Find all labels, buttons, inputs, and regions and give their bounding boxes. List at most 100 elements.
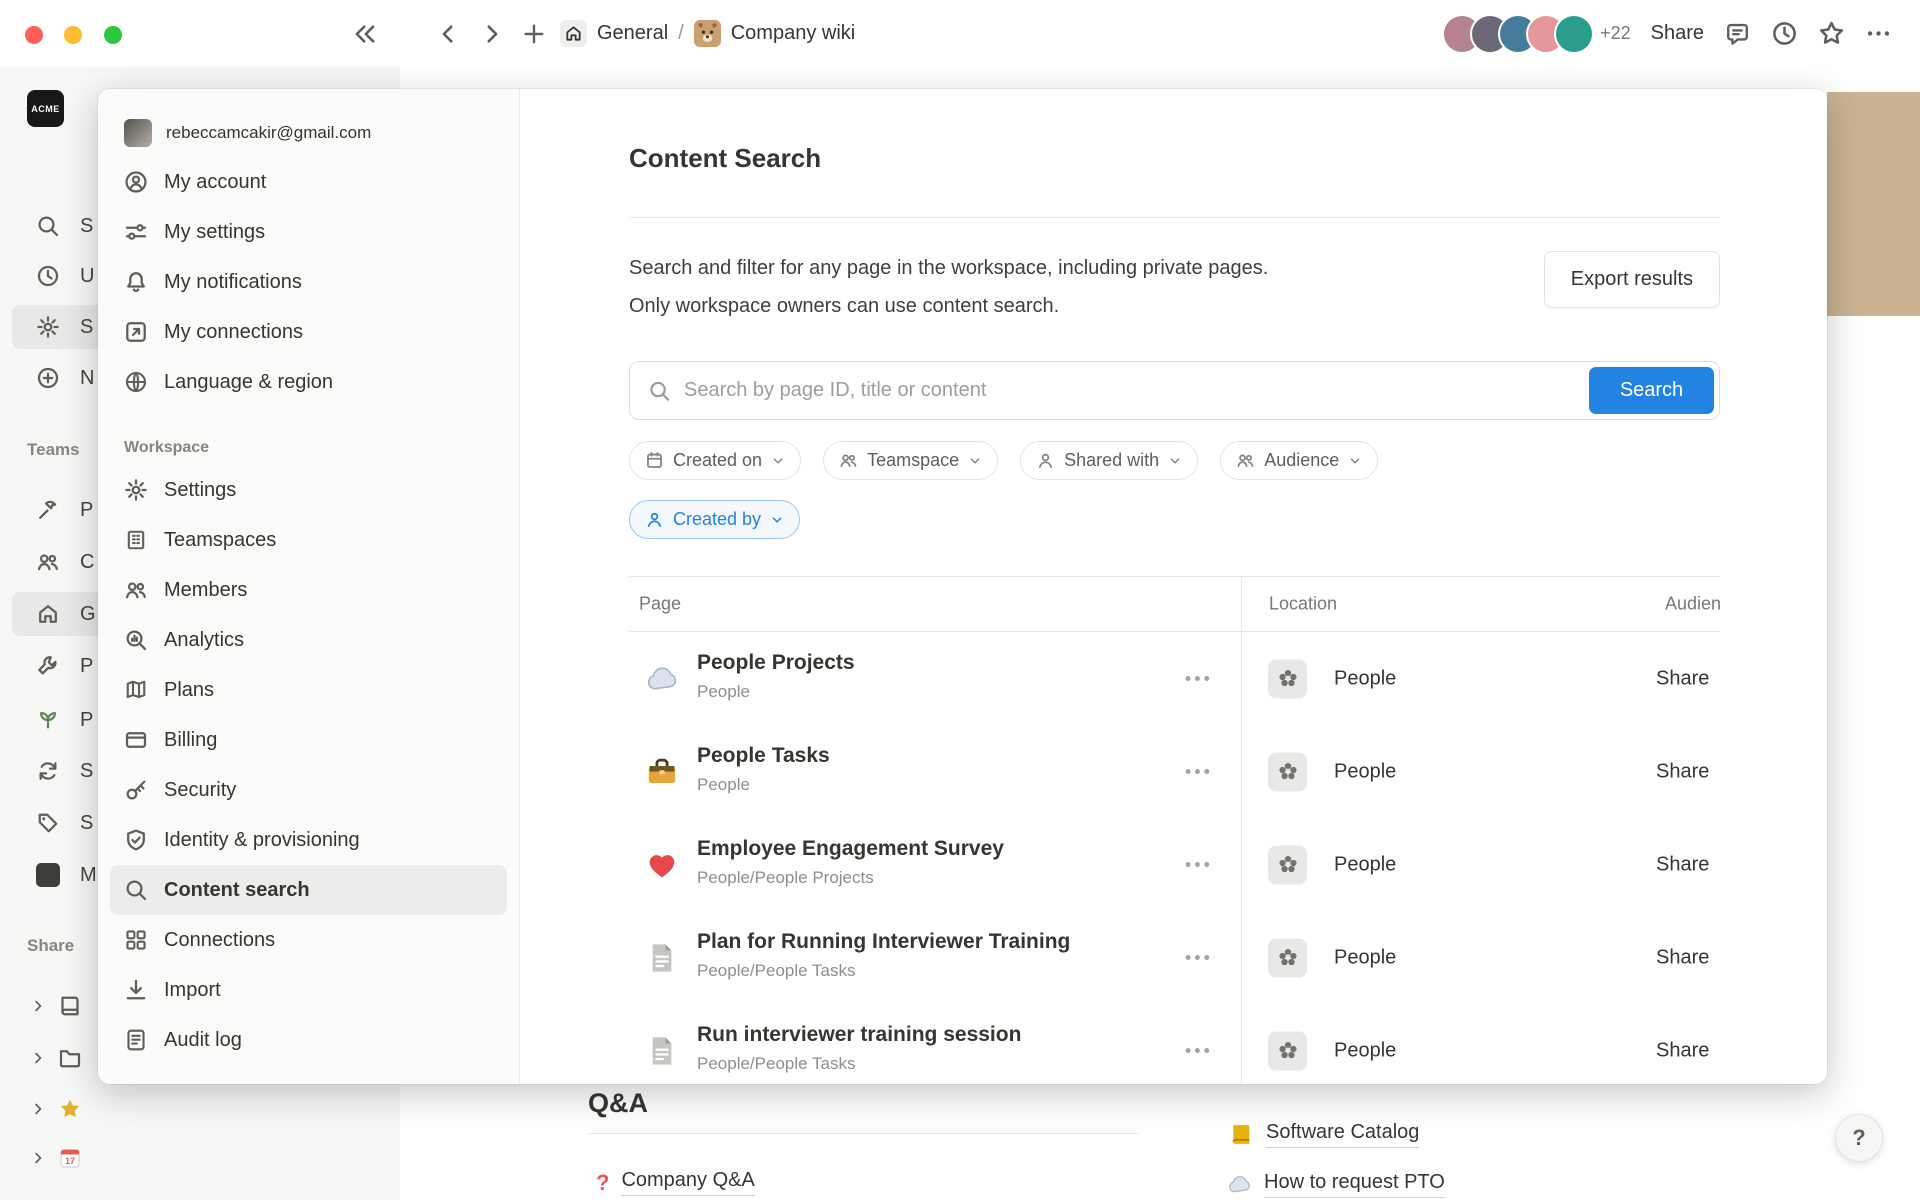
nav-item-audit-log[interactable]: Audit log (110, 1015, 507, 1065)
table-row[interactable]: Plan for Running Interviewer Training Pe… (629, 911, 1720, 1004)
breadcrumb-root[interactable]: General (597, 22, 668, 45)
nav-item-my-connections[interactable]: My connections (110, 307, 507, 357)
history-clock-icon[interactable] (1771, 20, 1798, 47)
request-pto-link[interactable]: How to request PTO (1227, 1171, 1445, 1198)
export-results-button[interactable]: Export results (1544, 251, 1720, 308)
nav-item-my-account[interactable]: My account (110, 157, 507, 207)
window-titlebar: General / Company wiki +22 Share (0, 0, 1920, 67)
more-options-icon[interactable] (1865, 20, 1892, 47)
teamspace-tile (1268, 845, 1307, 884)
person-icon (1036, 451, 1055, 470)
company-qa-label[interactable]: Company Q&A (621, 1169, 754, 1196)
nav-item-import[interactable]: Import (110, 965, 507, 1015)
home-icon (564, 24, 583, 43)
workspace-logo[interactable]: ACME (27, 90, 64, 127)
nav-item-members[interactable]: Members (110, 565, 507, 615)
row-actions-icon[interactable]: ••• (1185, 761, 1213, 782)
table-row[interactable]: Employee Engagement Survey People/People… (629, 818, 1720, 911)
page-title-cell[interactable]: People Tasks (697, 744, 830, 768)
filter-audience[interactable]: Audience (1220, 441, 1378, 480)
search-icon (36, 214, 60, 238)
software-catalog-label[interactable]: Software Catalog (1266, 1121, 1419, 1148)
nav-item-my-settings[interactable]: My settings (110, 207, 507, 257)
teamspace-label: M (80, 864, 97, 887)
close-button[interactable] (25, 26, 43, 44)
chevron-right-icon[interactable] (30, 1050, 46, 1066)
page-title-cell[interactable]: Run interviewer training session (697, 1023, 1021, 1047)
document-icon (124, 1028, 148, 1052)
page-title-cell[interactable]: Plan for Running Interviewer Training (697, 930, 1070, 954)
page-title-cell[interactable]: People Projects (697, 651, 855, 675)
clock-icon (36, 264, 60, 288)
nav-item-my-notifications[interactable]: My notifications (110, 257, 507, 307)
search-input[interactable] (684, 362, 1574, 419)
flower-icon (1276, 946, 1300, 970)
avatar-stack[interactable]: +22 (1442, 14, 1631, 54)
chevron-right-icon[interactable] (30, 998, 46, 1014)
column-header-audience: Audien (1665, 594, 1720, 615)
filter-created-on[interactable]: Created on (629, 441, 801, 480)
nav-item-connections[interactable]: Connections (110, 915, 507, 965)
search-button[interactable]: Search (1589, 367, 1714, 414)
request-pto-label[interactable]: How to request PTO (1264, 1171, 1445, 1198)
minimize-button[interactable] (64, 26, 82, 44)
comments-icon[interactable] (1724, 20, 1751, 47)
chevron-right-icon[interactable] (30, 1101, 46, 1117)
sidebar-item-label: S (80, 215, 93, 238)
audience-cell: Share (1656, 853, 1709, 876)
row-actions-icon[interactable]: ••• (1185, 854, 1213, 875)
filter-created-by[interactable]: Created by (629, 500, 800, 539)
heart-icon (645, 848, 679, 882)
nav-item-settings[interactable]: Settings (110, 465, 507, 515)
table-row[interactable]: Run interviewer training session People/… (629, 1004, 1720, 1084)
back-button[interactable] (430, 16, 466, 52)
filter-teamspace[interactable]: Teamspace (823, 441, 998, 480)
nav-item-security[interactable]: Security (110, 765, 507, 815)
zoom-button[interactable] (104, 26, 122, 44)
company-qa-link[interactable]: ? Company Q&A (596, 1169, 755, 1196)
breadcrumb-page[interactable]: Company wiki (731, 22, 855, 45)
column-header-location: Location (1269, 594, 1337, 615)
teamspace-tile (1268, 752, 1307, 791)
row-actions-icon[interactable]: ••• (1185, 947, 1213, 968)
avatar (1554, 14, 1594, 54)
nav-item-plans[interactable]: Plans (110, 665, 507, 715)
page-title-cell[interactable]: Employee Engagement Survey (697, 837, 1004, 861)
building-icon (124, 528, 148, 552)
chevron-right-icon[interactable] (30, 1150, 46, 1166)
table-row[interactable]: People Tasks People ••• People Share (629, 725, 1720, 818)
nav-item-analytics[interactable]: Analytics (110, 615, 507, 665)
description-line: Only workspace owners can use content se… (629, 287, 1489, 325)
general-teamspace-tile[interactable] (560, 20, 587, 47)
audience-cell: Share (1656, 1039, 1709, 1062)
forward-button[interactable] (474, 16, 510, 52)
location-cell: People (1334, 946, 1396, 969)
nav-item-label: Teamspaces (164, 529, 276, 552)
row-actions-icon[interactable]: ••• (1185, 1040, 1213, 1061)
teams-section-label: Teams (27, 440, 80, 460)
page-path-cell: People (697, 682, 750, 702)
shared-page-item[interactable] (12, 1136, 388, 1180)
book-icon (58, 994, 82, 1018)
share-button[interactable]: Share (1651, 22, 1704, 45)
nav-item-content-search[interactable]: Content search (110, 865, 507, 915)
teamspace-tile (1268, 1031, 1307, 1070)
filter-shared-with[interactable]: Shared with (1020, 441, 1198, 480)
breadcrumb-separator: / (678, 22, 684, 45)
row-actions-icon[interactable]: ••• (1185, 668, 1213, 689)
flower-icon (1276, 667, 1300, 691)
favorite-star-icon[interactable] (1818, 20, 1845, 47)
nav-item-billing[interactable]: Billing (110, 715, 507, 765)
table-row[interactable]: People Projects People ••• People Share (629, 632, 1720, 725)
teamspace-tile (1268, 659, 1307, 698)
nav-item-label: My account (164, 171, 266, 194)
new-tab-button[interactable] (516, 16, 552, 52)
help-button[interactable]: ? (1835, 1114, 1883, 1162)
content-search-panel: Content Search Search and filter for any… (520, 89, 1827, 1084)
collapse-sidebar-button[interactable] (347, 16, 383, 52)
nav-item-language-region[interactable]: Language & region (110, 357, 507, 407)
software-catalog-link[interactable]: Software Catalog (1229, 1121, 1419, 1148)
shared-page-item[interactable] (12, 1087, 388, 1131)
nav-item-identity-provisioning[interactable]: Identity & provisioning (110, 815, 507, 865)
nav-item-teamspaces[interactable]: Teamspaces (110, 515, 507, 565)
